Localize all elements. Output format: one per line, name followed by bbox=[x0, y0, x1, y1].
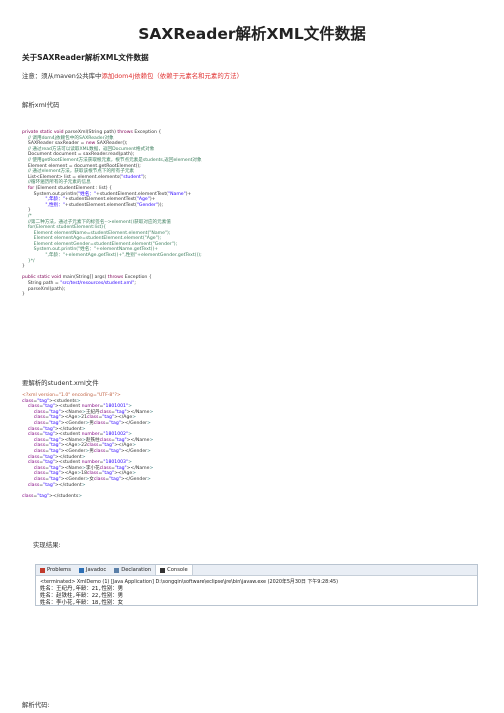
section-label-xml: 要解析的student.xml文件 bbox=[22, 379, 99, 387]
java-code-line: } bbox=[22, 292, 25, 298]
problems-icon bbox=[40, 567, 45, 573]
java-code-block: private static void parseXml(String path… bbox=[22, 130, 202, 298]
javadoc-icon bbox=[78, 567, 84, 573]
section-label-bottom: 解析代码: bbox=[22, 701, 50, 709]
page-title: SAXReader解析XML文件数据 bbox=[138, 25, 366, 43]
xml-code-line: class="tag"><Gender>男class="tag"></Gende… bbox=[33, 420, 151, 426]
tab-console[interactable]: Console bbox=[155, 565, 193, 575]
tab-label: Console bbox=[167, 567, 188, 573]
tab-label: Declaration bbox=[121, 567, 152, 573]
tab-label: Javadoc bbox=[85, 567, 107, 573]
console-output-line: 姓名：赵铁柱,年龄：22,性别：男 bbox=[40, 593, 124, 599]
java-code-line: // 使用getRootElement方法获取根元素，根节点元素是student… bbox=[22, 157, 202, 163]
tab-label: Problems bbox=[47, 567, 71, 573]
section-heading: 关于SAXReader解析XML文件数据 bbox=[22, 53, 149, 62]
console-output-line: 姓名：王纪丹,年龄：21,性别：男 bbox=[40, 586, 124, 592]
console-tab-bar: Problems Javadoc Declaration Console bbox=[36, 565, 477, 576]
terminated-line: <terminated> XmlDemo (1) [Java Applicati… bbox=[40, 579, 339, 585]
note-text: 注意：须从maven公共库中添加dom4j依赖包（依赖于元素名和元素的方法） bbox=[22, 71, 243, 80]
eclipse-console-panel: Problems Javadoc Declaration Console <termi… bbox=[35, 564, 478, 606]
console-output-line: 姓名：李小花,年龄：18,性别：女 bbox=[40, 600, 124, 606]
java-code-line: ",年龄："+elementAge.getText()+",性别"+elemen… bbox=[22, 253, 202, 259]
console-output: 姓名：王纪丹,年龄：21,性别：男 姓名：赵铁柱,年龄：22,性别：男 姓名：李小花… bbox=[36, 586, 477, 607]
note-prefix: 注意：须从maven公共库中 bbox=[22, 72, 102, 80]
xml-code-line: class="tag"></students> bbox=[22, 493, 83, 499]
section-label-result: 实现结果: bbox=[33, 541, 61, 549]
tab-declaration[interactable]: Declaration bbox=[110, 565, 155, 575]
tab-problems[interactable]: Problems bbox=[36, 565, 75, 575]
section-label-code: 解析xml代码 bbox=[22, 101, 60, 109]
console-icon bbox=[160, 567, 166, 573]
xml-code-line: class="tag"><Gender>女class="tag"></Gende… bbox=[33, 476, 151, 482]
note-highlight: 添加dom4j依赖包（依赖于元素名和元素的方法） bbox=[101, 72, 243, 80]
tab-javadoc[interactable]: Javadoc bbox=[75, 565, 110, 575]
declaration-icon bbox=[114, 567, 120, 573]
xml-code-line: class="tag"><Gender>男class="tag"></Gende… bbox=[33, 448, 151, 454]
xml-code-block: <?xml version="1.0" encoding="UTF-8"?> cl… bbox=[22, 393, 153, 499]
